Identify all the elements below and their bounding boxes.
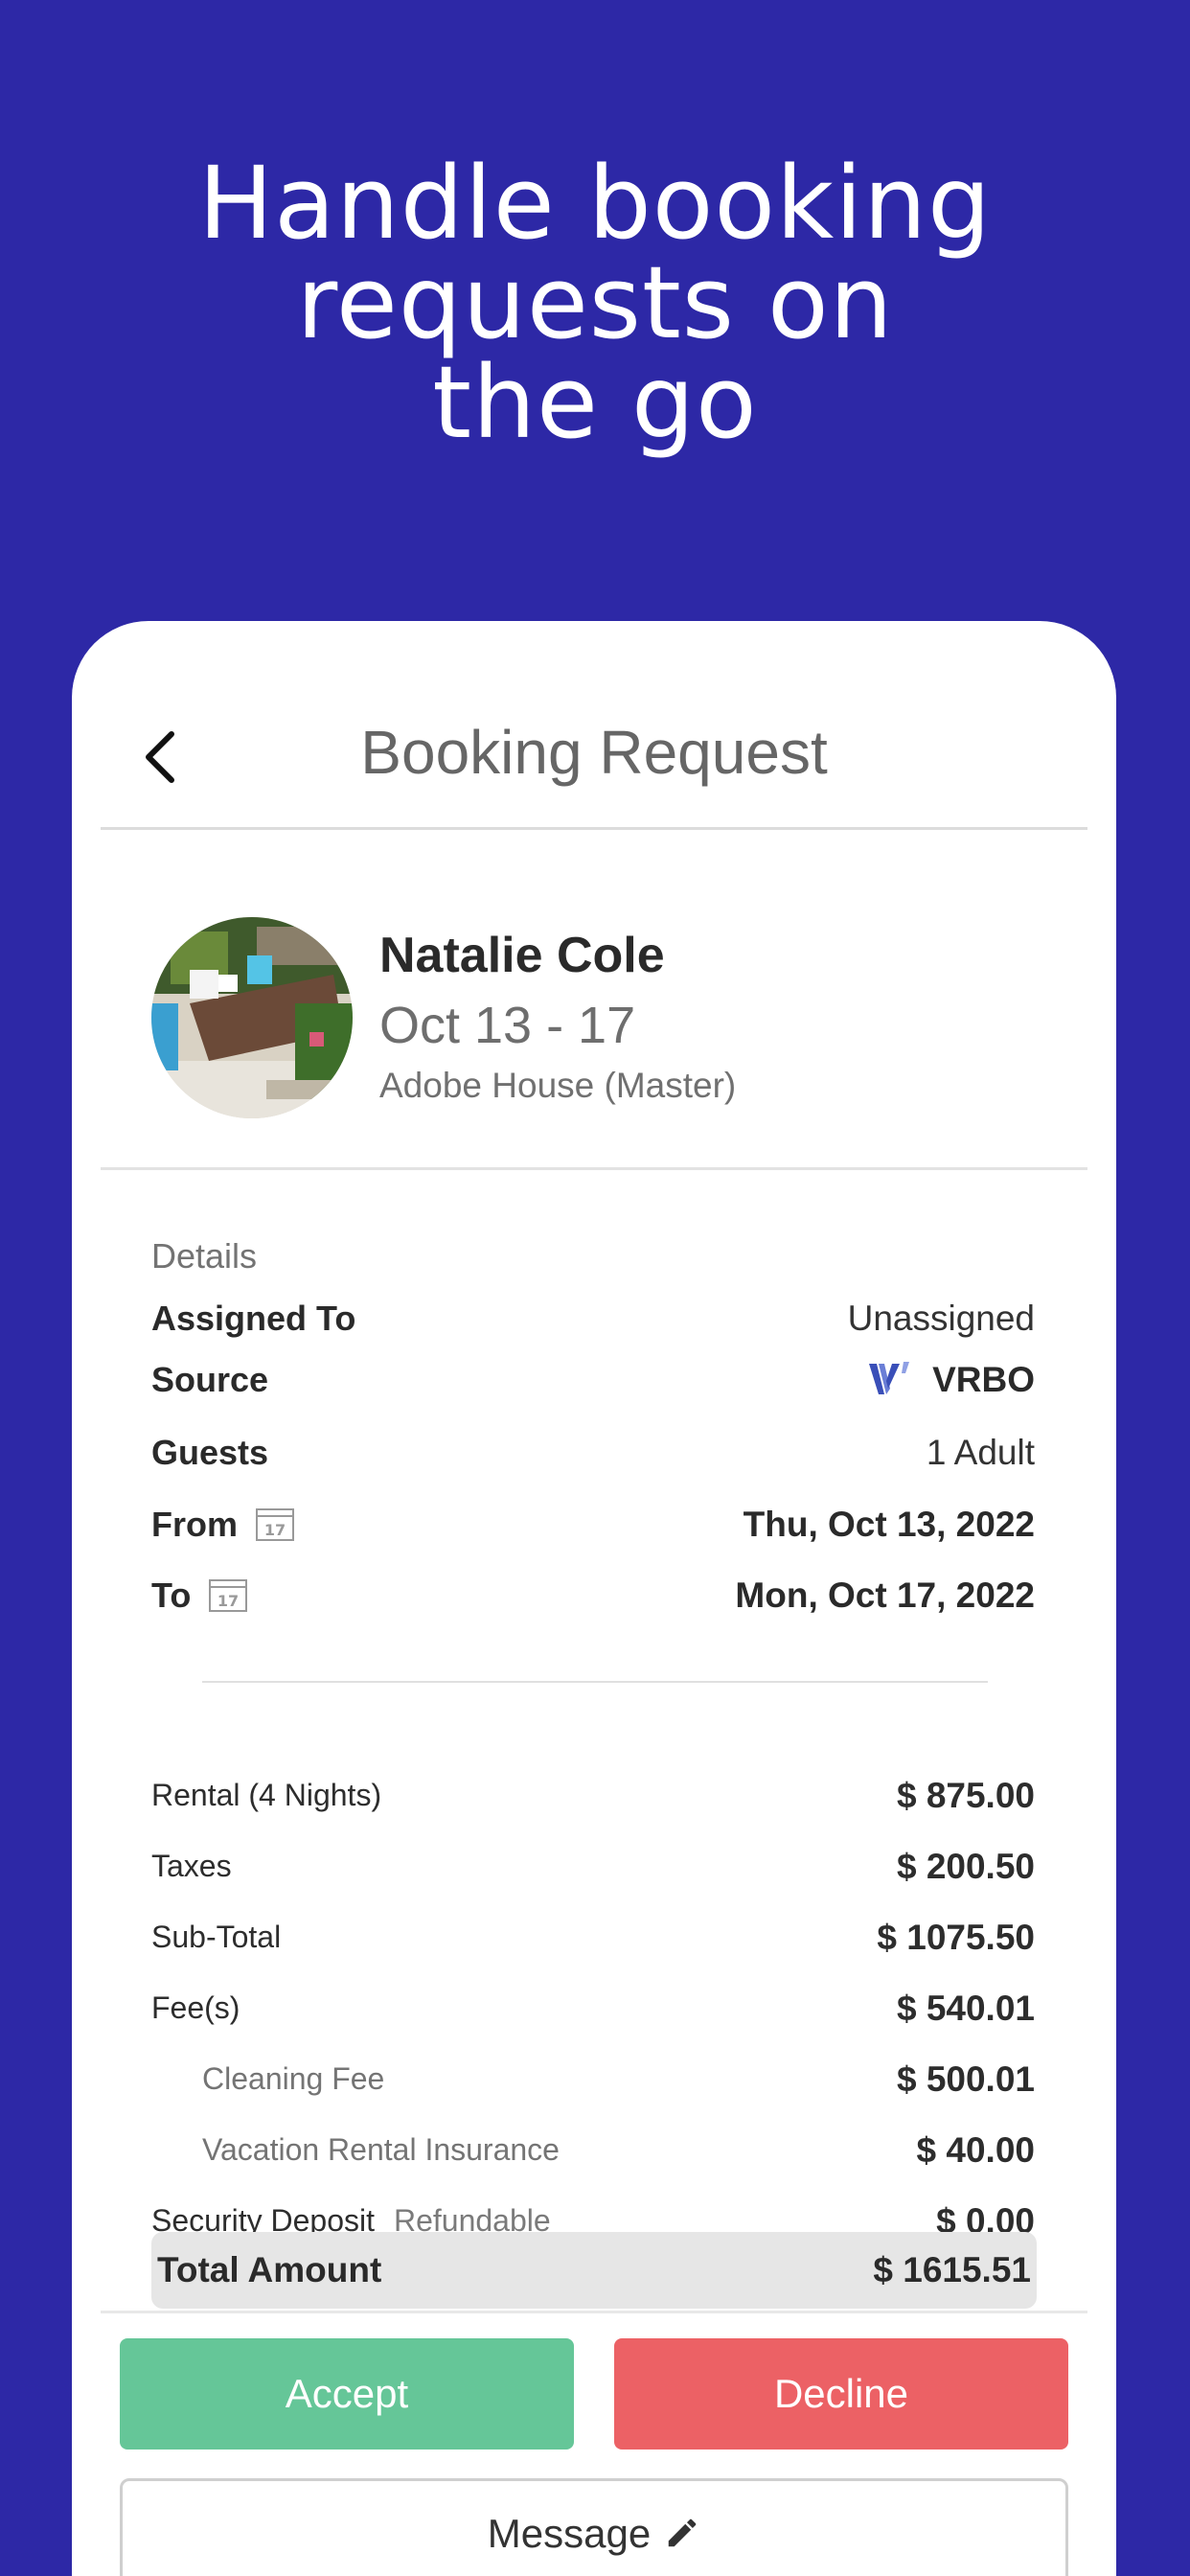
pencil-icon bbox=[668, 2518, 697, 2547]
total-label: Total Amount bbox=[157, 2250, 382, 2289]
headline: Handle booking requests on the go bbox=[0, 153, 1190, 452]
price-value: $ 500.01 bbox=[896, 2059, 1035, 2099]
price-label: Vacation Rental Insurance bbox=[202, 2132, 560, 2167]
to-value: Mon, Oct 17, 2022 bbox=[735, 1576, 1035, 1615]
action-bar: Accept Decline Message bbox=[101, 2311, 1087, 2576]
price-value: $ 540.01 bbox=[896, 1989, 1035, 2028]
price-label: Fee(s) bbox=[151, 1990, 240, 2025]
from-value: Thu, Oct 13, 2022 bbox=[743, 1505, 1035, 1544]
vrbo-logo-icon bbox=[869, 1362, 910, 1395]
from-label-wrap: From 17 bbox=[151, 1505, 295, 1545]
price-label: Rental (4 Nights) bbox=[151, 1778, 382, 1812]
price-label: Cleaning Fee bbox=[202, 2061, 385, 2096]
price-subrow: Cleaning Fee $ 500.01 bbox=[151, 2059, 1035, 2109]
from-row: From 17 Thu, Oct 13, 2022 bbox=[151, 1505, 1035, 1562]
price-label: Sub-Total bbox=[151, 1920, 282, 1954]
calendar-icon: 17 bbox=[209, 1579, 248, 1613]
price-value: $ 40.00 bbox=[916, 2130, 1035, 2170]
accept-button[interactable]: Accept bbox=[120, 2338, 574, 2450]
to-row: To 17 Mon, Oct 17, 2022 bbox=[151, 1576, 1035, 1633]
assigned-to-row[interactable]: Assigned To Unassigned bbox=[151, 1299, 1035, 1356]
guest-name: Natalie Cole bbox=[379, 928, 665, 983]
headline-line-3: the go bbox=[432, 344, 758, 461]
price-value: $ 1075.50 bbox=[877, 1918, 1035, 1957]
assigned-to-value: Unassigned bbox=[847, 1299, 1035, 1338]
source-label: Source bbox=[151, 1360, 269, 1399]
price-row: Fee(s) $ 540.01 bbox=[151, 1989, 1035, 2038]
page-title: Booking Request bbox=[360, 718, 828, 787]
headline-line-2: requests on bbox=[296, 244, 894, 361]
calendar-icon: 17 bbox=[256, 1508, 294, 1542]
phone-screen-card: Booking Request Natalie Cole Oct 13 - 17 bbox=[72, 621, 1116, 2576]
price-value: $ 200.50 bbox=[896, 1847, 1035, 1886]
price-row: Taxes $ 200.50 bbox=[151, 1847, 1035, 1897]
guest-summary: Natalie Cole Oct 13 - 17 Adobe House (Ma… bbox=[101, 833, 1087, 1170]
price-subrow: Vacation Rental Insurance $ 40.00 bbox=[151, 2130, 1035, 2180]
source-row: Source VRBO bbox=[151, 1360, 1035, 1417]
property-photo bbox=[151, 917, 353, 1118]
total-value: $ 1615.51 bbox=[873, 2250, 1031, 2289]
guests-label: Guests bbox=[151, 1433, 269, 1472]
stay-dates: Oct 13 - 17 bbox=[379, 997, 636, 1054]
price-row: Sub-Total $ 1075.50 bbox=[151, 1918, 1035, 1967]
navigation-bar: Booking Request bbox=[101, 621, 1087, 830]
section-divider bbox=[202, 1681, 988, 1683]
from-label: From bbox=[151, 1505, 238, 1544]
price-value: $ 875.00 bbox=[896, 1776, 1035, 1815]
guests-row: Guests 1 Adult bbox=[151, 1433, 1035, 1490]
source-value: VRBO bbox=[932, 1360, 1035, 1399]
calendar-icon-text: 17 bbox=[264, 1521, 286, 1539]
headline-line-1: Handle booking bbox=[197, 145, 993, 262]
guests-value: 1 Adult bbox=[926, 1433, 1035, 1472]
total-amount-row: Total Amount $ 1615.51 bbox=[151, 2232, 1037, 2309]
decline-button[interactable]: Decline bbox=[614, 2338, 1068, 2450]
assigned-to-label: Assigned To bbox=[151, 1299, 356, 1338]
message-label: Message bbox=[487, 2511, 652, 2556]
message-button[interactable]: Message bbox=[120, 2478, 1068, 2576]
details-section-label: Details bbox=[151, 1236, 258, 1276]
to-label-wrap: To 17 bbox=[151, 1576, 248, 1616]
property-name: Adobe House (Master) bbox=[379, 1066, 737, 1105]
calendar-icon-text: 17 bbox=[217, 1592, 239, 1610]
to-label: To bbox=[151, 1576, 192, 1615]
price-label: Taxes bbox=[151, 1849, 232, 1883]
source-value-wrap: VRBO bbox=[867, 1360, 1035, 1401]
price-row: Rental (4 Nights) $ 875.00 bbox=[151, 1776, 1035, 1826]
